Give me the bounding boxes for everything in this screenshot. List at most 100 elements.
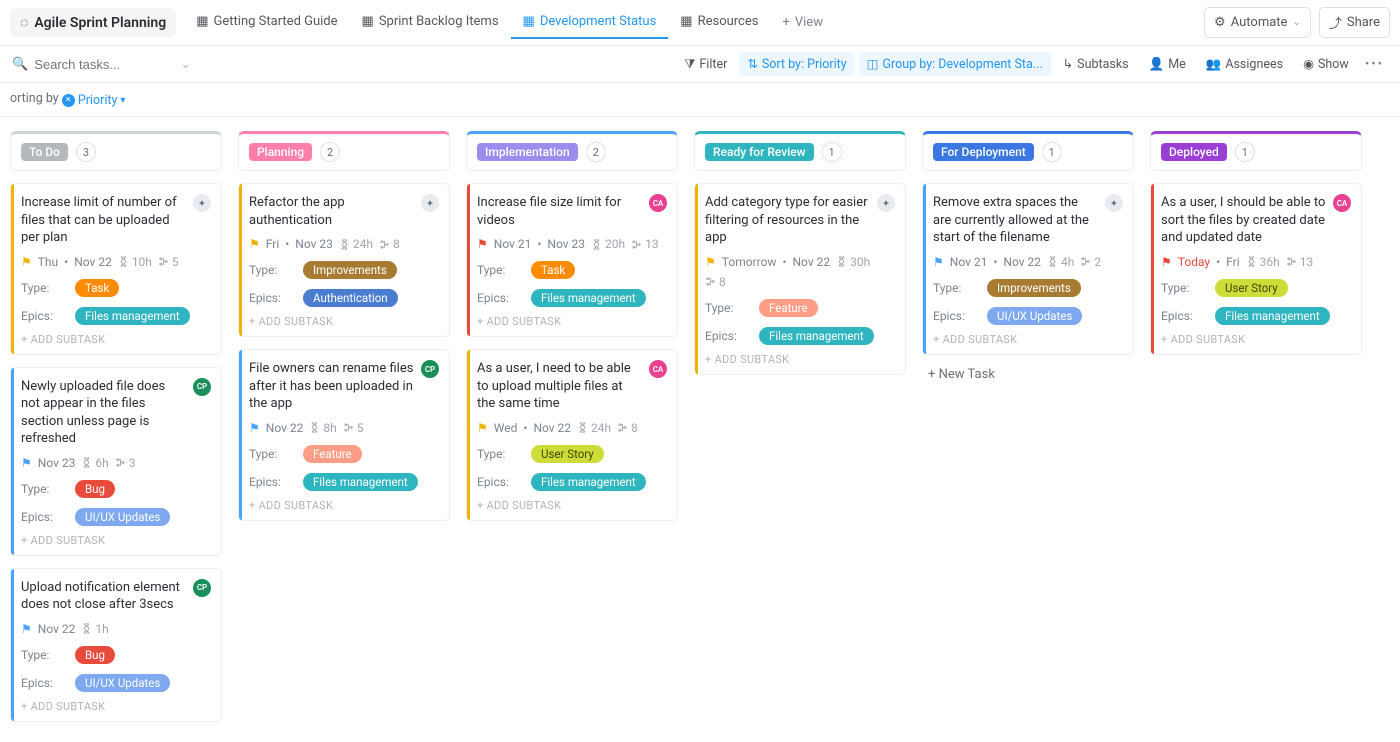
add-subtask-button[interactable]: + ADD SUBTASK <box>21 333 211 346</box>
show-button[interactable]: ◉Show <box>1295 52 1357 76</box>
add-subtask-button[interactable]: + ADD SUBTASK <box>933 333 1123 346</box>
assignee-avatar[interactable]: ✦ <box>193 194 211 212</box>
new-task-button[interactable]: + New Task <box>922 367 1134 382</box>
type-pill[interactable]: Improvements <box>303 261 397 279</box>
meta-sep: • <box>64 255 68 269</box>
add-subtask-button[interactable]: + ADD SUBTASK <box>249 315 439 328</box>
epics-pill[interactable]: Files management <box>531 289 646 307</box>
group-label: Group by: Development Sta... <box>882 57 1042 72</box>
epics-pill[interactable]: Files management <box>1215 307 1330 325</box>
assignee-avatar[interactable]: CA <box>649 360 667 378</box>
task-card[interactable]: Remove extra spaces the are currently al… <box>922 183 1134 355</box>
automate-button[interactable]: ⚙ Automate ⌄ <box>1204 7 1311 38</box>
priority-flag-icon: ⚑ <box>21 255 32 269</box>
epics-field: Epics:Files management <box>21 307 211 325</box>
task-title: Remove extra spaces the are currently al… <box>933 194 1099 247</box>
epics-pill[interactable]: UI/UX Updates <box>987 307 1082 325</box>
type-pill[interactable]: User Story <box>1215 279 1288 297</box>
epics-pill[interactable]: Files management <box>303 473 418 491</box>
me-button[interactable]: 👤Me <box>1141 53 1194 76</box>
column-header[interactable]: Implementation2 <box>466 131 678 171</box>
assignee-avatar[interactable]: CP <box>193 378 211 396</box>
workspace-icon: ◌ <box>20 14 28 31</box>
assignee-avatar[interactable]: CA <box>649 194 667 212</box>
sort-button[interactable]: ⇅Sort by: Priority <box>739 52 854 76</box>
task-title: As a user, I need to be able to upload m… <box>477 360 643 413</box>
sort-chip-value: Priority <box>78 93 118 108</box>
subtasks-button[interactable]: ↳Subtasks <box>1055 52 1137 76</box>
tab-sprint-backlog-items[interactable]: ▦Sprint Backlog Items <box>350 6 511 39</box>
epics-pill[interactable]: Files management <box>759 327 874 345</box>
add-subtask-button[interactable]: + ADD SUBTASK <box>21 700 211 713</box>
toolbar-controls: ⧩Filter ⇅Sort by: Priority ◫Group by: De… <box>676 52 1388 76</box>
task-card[interactable]: Increase file size limit for videosCA⚑No… <box>466 183 678 337</box>
add-subtask-button[interactable]: + ADD SUBTASK <box>705 353 895 366</box>
type-pill[interactable]: Task <box>75 279 119 297</box>
task-date: Thu <box>38 255 58 269</box>
assignee-avatar[interactable]: CA <box>1333 194 1351 212</box>
tab-resources[interactable]: ▦Resources <box>668 6 770 39</box>
tab-label: Development Status <box>540 14 656 29</box>
type-label: Type: <box>21 482 75 496</box>
task-card[interactable]: Refactor the app authentication✦⚑Fri•Nov… <box>238 183 450 337</box>
assignees-button[interactable]: 👥Assignees <box>1198 53 1291 76</box>
priority-flag-icon: ⚑ <box>21 456 32 470</box>
group-button[interactable]: ◫Group by: Development Sta... <box>859 52 1051 76</box>
sort-chip[interactable]: × Priority ▾ <box>62 93 126 108</box>
chevron-down-icon[interactable]: ⌄ <box>180 57 191 72</box>
assignee-avatar[interactable]: ✦ <box>1105 194 1123 212</box>
task-due: Nov 22 <box>793 255 831 269</box>
task-card[interactable]: Increase limit of number of files that c… <box>10 183 222 355</box>
type-pill[interactable]: Improvements <box>987 279 1081 297</box>
task-card[interactable]: As a user, I need to be able to upload m… <box>466 349 678 521</box>
task-card[interactable]: As a user, I should be able to sort the … <box>1150 183 1362 355</box>
automate-label: Automate <box>1231 15 1288 30</box>
add-view-button[interactable]: + View <box>770 7 835 38</box>
add-subtask-button[interactable]: + ADD SUBTASK <box>477 499 667 512</box>
assignee-avatar[interactable]: CP <box>421 360 439 378</box>
epics-pill[interactable]: UI/UX Updates <box>75 508 170 526</box>
type-pill[interactable]: User Story <box>531 445 604 463</box>
type-pill[interactable]: Feature <box>303 445 362 463</box>
priority-flag-icon: ⚑ <box>477 421 488 435</box>
task-card[interactable]: Add category type for easier filtering o… <box>694 183 906 375</box>
tab-development-status[interactable]: ▦Development Status <box>511 6 669 39</box>
task-card[interactable]: Newly uploaded file does not appear in t… <box>10 367 222 556</box>
column-header[interactable]: Planning2 <box>238 131 450 171</box>
column-header[interactable]: To Do3 <box>10 131 222 171</box>
task-meta: ⚑Nov 228h5 <box>249 421 439 435</box>
share-button[interactable]: ⤴ Share <box>1319 7 1390 38</box>
epics-pill[interactable]: UI/UX Updates <box>75 674 170 692</box>
column-header[interactable]: Ready for Review1 <box>694 131 906 171</box>
type-pill[interactable]: Bug <box>75 646 115 664</box>
more-menu[interactable]: ••• <box>1361 57 1388 72</box>
search-input[interactable] <box>34 57 164 72</box>
type-field: Type:User Story <box>1161 279 1351 297</box>
type-pill[interactable]: Task <box>531 261 575 279</box>
person-icon: 👤 <box>1149 57 1165 72</box>
assignee-avatar[interactable]: ✦ <box>877 194 895 212</box>
add-subtask-button[interactable]: + ADD SUBTASK <box>1161 333 1351 346</box>
workspace-title[interactable]: ◌ Agile Sprint Planning <box>10 8 176 37</box>
epics-pill[interactable]: Files management <box>75 307 190 325</box>
remove-sort-icon[interactable]: × <box>62 94 75 107</box>
assignee-avatar[interactable]: CP <box>193 579 211 597</box>
column-header[interactable]: Deployed1 <box>1150 131 1362 171</box>
count-pill: 2 <box>320 142 340 162</box>
add-subtask-button[interactable]: + ADD SUBTASK <box>249 499 439 512</box>
column-header[interactable]: For Deployment1 <box>922 131 1134 171</box>
tab-getting-started-guide[interactable]: ▦Getting Started Guide <box>184 6 349 39</box>
type-pill[interactable]: Bug <box>75 480 115 498</box>
add-subtask-button[interactable]: + ADD SUBTASK <box>21 534 211 547</box>
type-pill[interactable]: Feature <box>759 299 818 317</box>
task-date: Tomorrow <box>722 255 777 269</box>
workspace-title-text: Agile Sprint Planning <box>34 15 166 31</box>
task-card[interactable]: File owners can rename files after it ha… <box>238 349 450 521</box>
epics-pill[interactable]: Files management <box>531 473 646 491</box>
filter-button[interactable]: ⧩Filter <box>676 53 735 76</box>
task-card[interactable]: Upload notification element does not clo… <box>10 568 222 722</box>
epics-pill[interactable]: Authentication <box>303 289 398 307</box>
task-meta: ⚑Tomorrow•Nov 2230h8 <box>705 255 895 289</box>
add-subtask-button[interactable]: + ADD SUBTASK <box>477 315 667 328</box>
assignee-avatar[interactable]: ✦ <box>421 194 439 212</box>
